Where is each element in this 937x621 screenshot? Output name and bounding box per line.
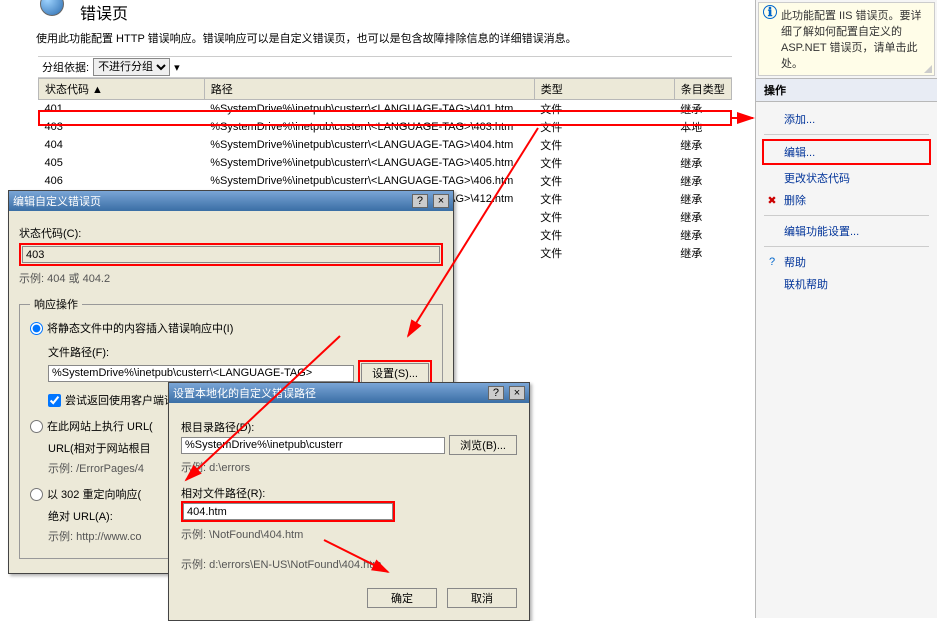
option-static-file[interactable]: 将静态文件中的内容插入错误响应中(I)	[30, 320, 432, 336]
status-code-input[interactable]	[22, 246, 440, 263]
status-code-example: 示例: 404 或 404.2	[19, 270, 443, 286]
fieldset-legend: 响应操作	[30, 296, 82, 312]
help-icon[interactable]: ?	[488, 386, 504, 400]
browse-button[interactable]: 浏览(B)...	[449, 435, 517, 455]
dialog2-titlebar[interactable]: 设置本地化的自定义错误路径 ? ×	[169, 383, 529, 403]
close-icon[interactable]: ×	[433, 194, 449, 208]
action-online-help[interactable]: 联机帮助	[764, 273, 929, 295]
radio-static[interactable]	[30, 322, 43, 335]
relfile-label: 相对文件路径(R):	[181, 485, 517, 501]
info-box[interactable]: 此功能配置 IIS 错误页。要详细了解如何配置自定义的 ASP.NET 错误页，…	[758, 2, 935, 76]
root-example: 示例: d:\errors	[181, 459, 517, 475]
checkbox-try[interactable]	[48, 394, 61, 407]
dialog-title: 编辑自定义错误页	[13, 193, 101, 209]
col-status-code[interactable]: 状态代码 ▲	[39, 79, 205, 100]
filepath-input[interactable]	[48, 365, 354, 382]
ok-button[interactable]: 确定	[367, 588, 437, 608]
radio-redirect[interactable]	[30, 488, 43, 501]
action-edit[interactable]: 编辑...	[762, 139, 931, 165]
set-button[interactable]: 设置(S)...	[361, 363, 429, 383]
grouping-label: 分组依据:	[42, 59, 89, 75]
rel-example1: 示例: \NotFound\404.htm	[181, 526, 517, 542]
table-row[interactable]: 403%SystemDrive%\inetpub\custerr\<LANGUA…	[39, 118, 732, 136]
col-path[interactable]: 路径	[204, 79, 534, 100]
set-localized-path-dialog: 设置本地化的自定义错误路径 ? × 根目录路径(D): 浏览(B)... 示例:…	[168, 382, 530, 621]
actions-pane: 此功能配置 IIS 错误页。要详细了解如何配置自定义的 ASP.NET 错误页，…	[755, 0, 937, 618]
action-edit-feature-settings[interactable]: 编辑功能设置...	[764, 220, 929, 242]
page-title: 错误页	[80, 0, 128, 24]
page-icon	[40, 0, 64, 16]
action-delete[interactable]: ✖删除	[764, 189, 929, 211]
dialog-titlebar[interactable]: 编辑自定义错误页 ? ×	[9, 191, 453, 211]
delete-icon: ✖	[764, 194, 780, 207]
help-icon[interactable]: ?	[412, 194, 428, 208]
table-row[interactable]: 404%SystemDrive%\inetpub\custerr\<LANGUA…	[39, 136, 732, 154]
filepath-label: 文件路径(F):	[48, 344, 432, 360]
action-help[interactable]: ?帮助	[764, 251, 929, 273]
table-row[interactable]: 401%SystemDrive%\inetpub\custerr\<LANGUA…	[39, 100, 732, 119]
grouping-bar: 分组依据: 不进行分组 ▾	[38, 56, 732, 78]
table-row[interactable]: 406%SystemDrive%\inetpub\custerr\<LANGUA…	[39, 172, 732, 190]
help-icon: ?	[764, 256, 780, 268]
root-path-label: 根目录路径(D):	[181, 419, 517, 435]
dialog2-title: 设置本地化的自定义错误路径	[173, 385, 316, 401]
table-row[interactable]: 405%SystemDrive%\inetpub\custerr\<LANGUA…	[39, 154, 732, 172]
action-add[interactable]: 添加...	[764, 108, 929, 130]
action-change-status-code[interactable]: 更改状态代码	[764, 167, 929, 189]
actions-header: 操作	[756, 78, 937, 102]
page-description: 使用此功能配置 HTTP 错误响应。错误响应可以是自定义错误页，也可以是包含故障…	[36, 30, 577, 46]
relfile-input[interactable]	[183, 503, 393, 520]
close-icon[interactable]: ×	[509, 386, 525, 400]
root-path-input[interactable]	[181, 437, 445, 454]
col-type[interactable]: 类型	[534, 79, 674, 100]
resize-grip-icon	[924, 65, 932, 73]
col-entry-type[interactable]: 条目类型	[674, 79, 731, 100]
grouping-select[interactable]: 不进行分组	[93, 58, 170, 76]
rel-example2: 示例: d:\errors\EN-US\NotFound\404.htm	[181, 556, 517, 572]
radio-url[interactable]	[30, 420, 43, 433]
status-code-label: 状态代码(C):	[19, 225, 443, 241]
cancel-button[interactable]: 取消	[447, 588, 517, 608]
